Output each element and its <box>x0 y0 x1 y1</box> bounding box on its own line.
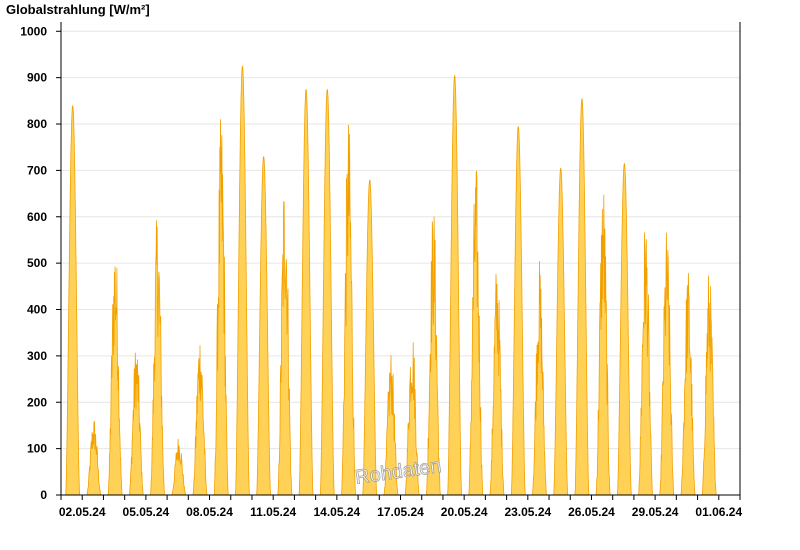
x-tick-label-2024-05-26: 26.05.24 <box>568 505 615 519</box>
axes <box>60 22 741 500</box>
day-area-2024-05-01 <box>65 105 81 496</box>
x-tick-label-2024-05-14: 14.05.24 <box>313 505 360 519</box>
y-tick-label-0: 0 <box>40 488 47 502</box>
y-tick-label-100: 100 <box>27 442 47 456</box>
day-area-2024-05-02 <box>86 421 102 496</box>
x-tick-label-2024-05-20: 20.05.24 <box>441 505 488 519</box>
day-area-2024-05-19 <box>447 75 463 496</box>
x-tick-label-2024-06-01: 01.06.24 <box>695 505 742 519</box>
solar-radiation-chart: Globalstrahlung [W/m²] 0 100 200 300 400 500 6… <box>6 2 743 519</box>
x-axis-labels: 02.05.24 05.05.24 08.05.24 11.05.24 14.05.24… <box>59 505 743 519</box>
chart-title: Globalstrahlung [W/m²] <box>6 2 150 17</box>
day-area-2024-05-21 <box>489 274 505 496</box>
y-tick-label-800: 800 <box>27 117 47 131</box>
day-area-2024-05-23 <box>532 260 547 496</box>
x-tick-label-2024-05-23: 23.05.24 <box>504 505 551 519</box>
x-tick-label-2024-05-11: 11.05.24 <box>250 505 296 519</box>
x-tick-label-2024-05-05: 05.05.24 <box>123 505 170 519</box>
day-area-2024-05-28 <box>638 232 654 496</box>
daily-radiation-areas <box>65 66 717 496</box>
day-area-2024-05-13 <box>319 89 335 496</box>
day-area-2024-05-20 <box>468 170 484 496</box>
day-area-2024-05-05 <box>150 220 165 496</box>
day-area-2024-05-07 <box>192 345 208 496</box>
day-area-2024-05-10 <box>256 156 272 496</box>
y-tick-label-600: 600 <box>27 210 47 224</box>
y-tick-label-700: 700 <box>27 163 47 177</box>
day-area-2024-05-29 <box>659 232 675 496</box>
day-area-2024-05-08 <box>213 119 229 496</box>
day-area-2024-05-03 <box>107 266 123 496</box>
day-area-2024-05-09 <box>234 66 250 496</box>
y-axis-labels: 0 100 200 300 400 500 600 700 800 900 1000 <box>20 24 47 502</box>
day-area-2024-05-25 <box>574 98 590 496</box>
day-area-2024-05-04 <box>128 352 144 496</box>
x-tick-label-2024-05-17: 17.05.24 <box>377 505 424 519</box>
day-area-2024-05-22 <box>510 126 526 496</box>
x-tick-label-2024-05-29: 29.05.24 <box>632 505 679 519</box>
y-tick-label-200: 200 <box>27 395 47 409</box>
day-area-2024-05-26 <box>595 194 611 496</box>
y-tick-label-500: 500 <box>27 256 47 270</box>
day-area-2024-05-11 <box>277 201 293 496</box>
day-area-2024-05-15 <box>362 179 378 496</box>
x-tick-label-2024-05-02: 02.05.24 <box>59 505 106 519</box>
day-area-2024-05-27 <box>616 163 632 496</box>
y-tick-label-400: 400 <box>27 303 47 317</box>
y-tick-label-1000: 1000 <box>20 24 47 38</box>
y-tick-label-300: 300 <box>27 349 47 363</box>
day-area-2024-05-06 <box>171 438 187 496</box>
x-tick-label-2024-05-08: 08.05.24 <box>186 505 233 519</box>
day-area-2024-05-30 <box>680 273 696 496</box>
y-tick-label-900: 900 <box>27 71 47 85</box>
day-area-2024-05-31 <box>701 275 717 496</box>
day-area-2024-05-12 <box>298 89 314 496</box>
